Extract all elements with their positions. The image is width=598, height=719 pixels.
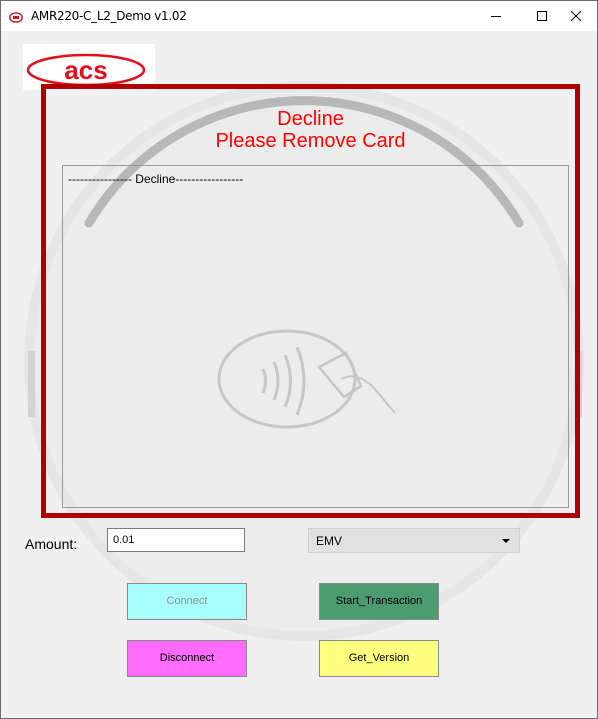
title-bar[interactable]: AMR220-C_L2_Demo v1.02 bbox=[1, 1, 597, 31]
get-version-button[interactable]: Get_Version bbox=[319, 640, 439, 677]
chevron-down-icon bbox=[502, 539, 510, 543]
status-title: Decline Please Remove Card bbox=[46, 108, 575, 152]
maximize-icon bbox=[537, 11, 547, 21]
minimize-button[interactable] bbox=[473, 1, 519, 31]
window-title: AMR220-C_L2_Demo v1.02 bbox=[31, 9, 187, 23]
close-button[interactable] bbox=[553, 1, 597, 31]
status-line-1: Decline bbox=[277, 108, 344, 130]
transaction-mode-value: EMV bbox=[316, 534, 343, 548]
status-line-2: Please Remove Card bbox=[215, 130, 406, 152]
amount-label: Amount: bbox=[25, 536, 78, 552]
client-area: acs Decline Please Remove Card ---------… bbox=[1, 31, 597, 718]
minimize-icon bbox=[491, 16, 501, 17]
log-line: ---------------- Decline----------------… bbox=[68, 172, 244, 186]
disconnect-button[interactable]: Disconnect bbox=[127, 640, 247, 677]
app-icon bbox=[9, 10, 23, 23]
app-window: AMR220-C_L2_Demo v1.02 acs Decline Pleas… bbox=[0, 0, 598, 719]
log-output[interactable]: ---------------- Decline----------------… bbox=[62, 165, 569, 508]
transaction-mode-select[interactable]: EMV bbox=[308, 528, 520, 553]
svg-text:acs: acs bbox=[64, 55, 107, 85]
amount-input[interactable] bbox=[107, 528, 245, 552]
connect-button[interactable]: Connect bbox=[127, 583, 247, 620]
start-transaction-button[interactable]: Start_Transaction bbox=[319, 583, 439, 620]
close-icon bbox=[570, 10, 582, 22]
